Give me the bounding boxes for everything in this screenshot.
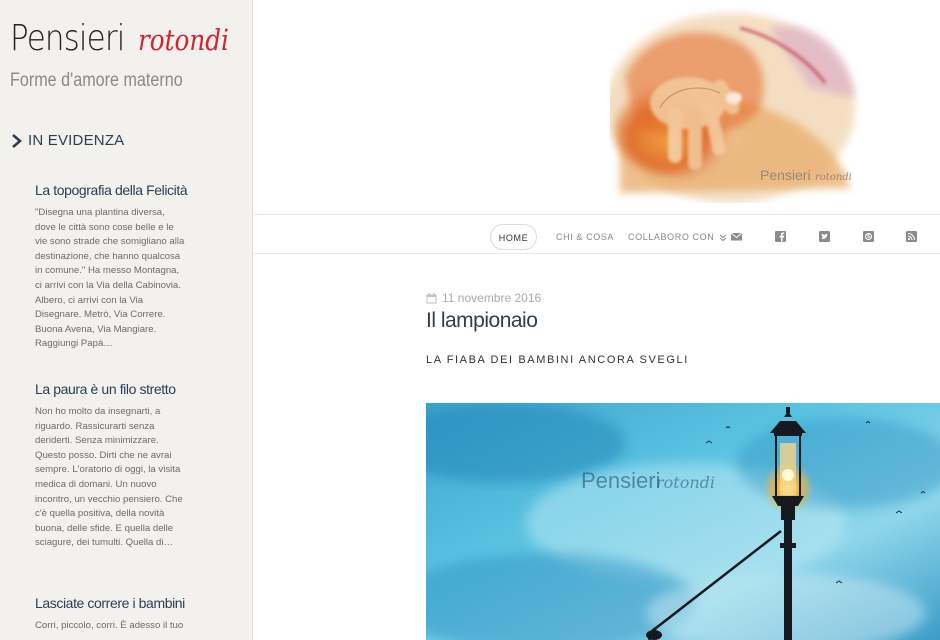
post-subtitle: LA FIABA DEI BAMBINI ANCORA SVEGLI (426, 354, 689, 366)
post-featured-image: Pensieri rotondi (426, 403, 940, 640)
nav-item-home[interactable]: HOME (490, 224, 537, 250)
featured-post: Lasciate correre i bambini Corri, piccol… (35, 595, 187, 634)
skype-icon[interactable] (863, 231, 874, 242)
featured-section-heading: IN EVIDENZA (10, 132, 124, 149)
rss-icon[interactable] (906, 231, 917, 242)
site-tagline: Forme d'amore materno (10, 70, 183, 91)
featured-post-title[interactable]: La topografia della Felicità (35, 182, 188, 198)
post-date-text: 11 novembre 2016 (442, 291, 542, 305)
chevron-right-icon (12, 133, 22, 148)
post-title[interactable]: Il lampionaio (426, 309, 538, 333)
nav-item-collaboro-con-label: COLLABORO CON (628, 232, 715, 242)
image-watermark-main: Pensieri (581, 468, 660, 493)
featured-section-label: IN EVIDENZA (28, 132, 125, 149)
facebook-icon[interactable] (775, 231, 786, 242)
site-title-link[interactable]: Pensieri rotondi (10, 18, 245, 59)
image-watermark-accent: rotondi (656, 473, 715, 492)
post-date: 11 novembre 2016 (426, 291, 541, 305)
double-chevron-down-icon (720, 234, 727, 241)
twitter-icon[interactable] (819, 231, 830, 242)
nav-item-chi-cosa[interactable]: CHI & COSA (556, 224, 614, 250)
calendar-icon (426, 292, 437, 303)
featured-post-excerpt: Non ho molto da insegnarti, a riguardo. … (35, 406, 183, 549)
site-title-main: Pensieri (10, 18, 125, 59)
banner-watermark-main: Pensieri (760, 167, 811, 183)
featured-post-title[interactable]: La paura è un filo stretto (35, 381, 187, 397)
featured-post-excerpt: Corri, piccolo, corri. È adesso il tuo (35, 620, 184, 631)
featured-post-excerpt: "Disegna una plantina diversa, dove le c… (35, 207, 185, 350)
sidebar: Pensieri rotondi Forme d'amore materno I… (0, 0, 253, 640)
site-title-accent: rotondi (137, 23, 229, 57)
main-navigation: HOME CHI & COSA COLLABORO CON (254, 214, 940, 254)
featured-post-title[interactable]: Lasciate correre i bambini (35, 595, 187, 611)
header-banner-image: Pensieri rotondi (610, 8, 860, 203)
featured-post: La paura è un filo stretto Non ho molto … (35, 381, 187, 551)
featured-post: La topografia della Felicità "Disegna un… (35, 182, 188, 352)
envelope-icon[interactable] (731, 231, 742, 242)
banner-watermark-accent: rotondi (815, 172, 852, 183)
nav-item-collaboro-con[interactable]: COLLABORO CON (628, 224, 727, 250)
